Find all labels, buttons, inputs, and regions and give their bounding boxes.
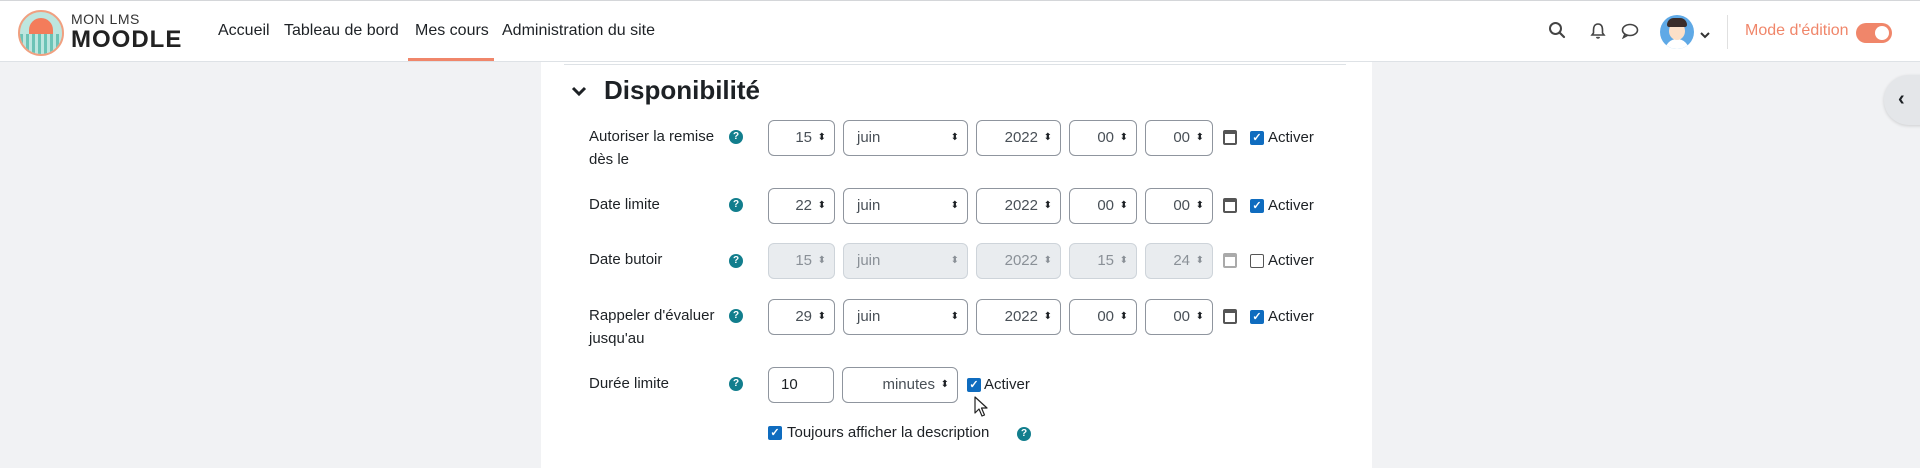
hour-select[interactable]: 15 ⬍ [1069, 243, 1137, 279]
chat-icon[interactable] [1621, 23, 1639, 44]
calendar-icon[interactable] [1223, 253, 1237, 268]
chevron-left-icon: ‹ [1898, 88, 1905, 110]
label-cutoff-date: Date butoir [589, 251, 663, 268]
edit-mode-toggle[interactable] [1856, 23, 1892, 43]
bell-icon[interactable] [1590, 22, 1606, 45]
help-icon[interactable]: ? [729, 377, 743, 391]
minute-select[interactable]: 00 ⬍ [1145, 120, 1213, 156]
day-select[interactable]: 15 ⬍ [768, 243, 835, 279]
calendar-icon[interactable] [1223, 130, 1237, 145]
month-select[interactable]: juin ⬍ [843, 120, 968, 156]
top-navbar: MON LMS MOODLE Accueil Tableau de bord M… [0, 0, 1920, 62]
brand-bottom-text: MOODLE [71, 26, 183, 53]
label-allow-submissions: Autoriser la remise dès le [589, 128, 715, 168]
minute-select[interactable]: 24 ⬍ [1145, 243, 1213, 279]
enable-checkbox[interactable] [1250, 254, 1264, 268]
brand-top-text: MON LMS [71, 11, 140, 27]
nav-tableau-de-bord[interactable]: Tableau de bord [284, 22, 399, 40]
day-select[interactable]: 22 ⬍ [768, 188, 835, 224]
navbar-divider [1727, 15, 1728, 49]
hour-select[interactable]: 00 ⬍ [1069, 188, 1137, 224]
enable-checkbox[interactable]: ✓ [1250, 310, 1264, 324]
hour-select[interactable]: 00 ⬍ [1069, 299, 1137, 335]
site-logo[interactable] [18, 10, 64, 56]
always-show-description-checkbox[interactable]: ✓ [768, 426, 782, 440]
help-icon[interactable]: ? [729, 309, 743, 323]
label-grading-due: Rappeler d'évaluer jusqu'au [589, 307, 715, 347]
collapse-chevron-icon[interactable] [571, 80, 587, 103]
year-select[interactable]: 2022 ⬍ [976, 299, 1061, 335]
year-select[interactable]: 2022 ⬍ [976, 243, 1061, 279]
enable-checkbox[interactable]: ✓ [1250, 131, 1264, 145]
month-select[interactable]: juin ⬍ [843, 243, 968, 279]
calendar-icon[interactable] [1223, 198, 1237, 213]
help-icon[interactable]: ? [1017, 427, 1031, 441]
edit-mode-label: Mode d'édition [1745, 22, 1849, 39]
year-select[interactable]: 2022 ⬍ [976, 188, 1061, 224]
label-due-date: Date limite [589, 196, 660, 213]
calendar-icon[interactable] [1223, 309, 1237, 324]
time-limit-input[interactable]: 10 [768, 367, 834, 403]
year-select[interactable]: 2022 ⬍ [976, 120, 1061, 156]
enable-label: Activer [1268, 308, 1314, 325]
day-select[interactable]: 29 ⬍ [768, 299, 835, 335]
logo-sun-icon [29, 18, 53, 34]
help-icon[interactable]: ? [729, 130, 743, 144]
time-limit-enable-label: Activer [984, 376, 1030, 393]
open-drawer-button[interactable]: ‹ [1884, 75, 1920, 125]
minute-select[interactable]: 00 ⬍ [1145, 188, 1213, 224]
enable-checkbox[interactable]: ✓ [1250, 199, 1264, 213]
label-time-limit: Durée limite [589, 375, 670, 392]
nav-mes-cours[interactable]: Mes cours [415, 22, 489, 40]
month-select[interactable]: juin ⬍ [843, 188, 968, 224]
enable-label: Activer [1268, 197, 1314, 214]
minute-select[interactable]: 00 ⬍ [1145, 299, 1213, 335]
active-nav-underline [408, 58, 494, 61]
time-limit-enable-checkbox[interactable]: ✓ [967, 378, 981, 392]
mouse-cursor-icon [974, 396, 988, 423]
enable-label: Activer [1268, 129, 1314, 146]
user-avatar[interactable] [1660, 15, 1694, 49]
chevron-down-icon[interactable] [1700, 26, 1710, 44]
enable-label: Activer [1268, 252, 1314, 269]
search-icon[interactable] [1548, 21, 1566, 44]
help-icon[interactable]: ? [729, 198, 743, 212]
nav-accueil[interactable]: Accueil [218, 22, 270, 40]
time-unit-select[interactable]: minutes ⬍ [842, 367, 958, 403]
always-show-description-label: Toujours afficher la description [787, 424, 990, 441]
day-select[interactable]: 15 ⬍ [768, 120, 835, 156]
nav-administration[interactable]: Administration du site [502, 22, 655, 40]
main-content: Disponibilité Autoriser la remise dès le… [541, 62, 1372, 468]
month-select[interactable]: juin ⬍ [843, 299, 968, 335]
help-icon[interactable]: ? [729, 254, 743, 268]
hour-select[interactable]: 00 ⬍ [1069, 120, 1137, 156]
section-title[interactable]: Disponibilité [604, 75, 760, 106]
logo-waves-icon [20, 34, 62, 54]
